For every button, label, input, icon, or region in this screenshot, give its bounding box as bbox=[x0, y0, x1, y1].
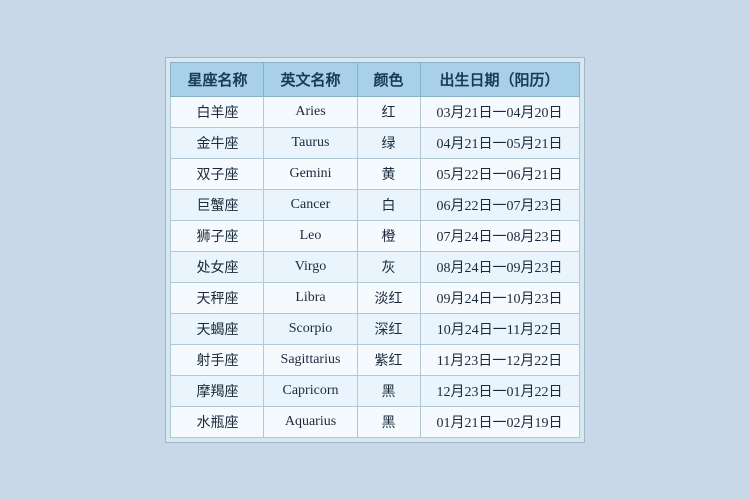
chinese-name: 天蝎座 bbox=[171, 314, 264, 345]
table-row: 摩羯座Capricorn黑12月23日一01月22日 bbox=[171, 376, 579, 407]
english-name: Scorpio bbox=[264, 314, 357, 345]
color-cell: 深红 bbox=[357, 314, 420, 345]
table-row: 射手座Sagittarius紫红11月23日一12月22日 bbox=[171, 345, 579, 376]
col-header-dates: 出生日期（阳历） bbox=[420, 63, 579, 97]
color-cell: 白 bbox=[357, 190, 420, 221]
zodiac-table: 星座名称 英文名称 颜色 出生日期（阳历） 白羊座Aries红03月21日一04… bbox=[170, 62, 579, 438]
dates-cell: 11月23日一12月22日 bbox=[420, 345, 579, 376]
table-row: 金牛座Taurus绿04月21日一05月21日 bbox=[171, 128, 579, 159]
color-cell: 黑 bbox=[357, 376, 420, 407]
col-header-color: 颜色 bbox=[357, 63, 420, 97]
chinese-name: 摩羯座 bbox=[171, 376, 264, 407]
dates-cell: 09月24日一10月23日 bbox=[420, 283, 579, 314]
dates-cell: 07月24日一08月23日 bbox=[420, 221, 579, 252]
english-name: Aries bbox=[264, 97, 357, 128]
english-name: Capricorn bbox=[264, 376, 357, 407]
dates-cell: 08月24日一09月23日 bbox=[420, 252, 579, 283]
dates-cell: 10月24日一11月22日 bbox=[420, 314, 579, 345]
english-name: Gemini bbox=[264, 159, 357, 190]
color-cell: 淡红 bbox=[357, 283, 420, 314]
color-cell: 紫红 bbox=[357, 345, 420, 376]
chinese-name: 处女座 bbox=[171, 252, 264, 283]
table-body: 白羊座Aries红03月21日一04月20日金牛座Taurus绿04月21日一0… bbox=[171, 97, 579, 438]
chinese-name: 金牛座 bbox=[171, 128, 264, 159]
dates-cell: 12月23日一01月22日 bbox=[420, 376, 579, 407]
table-row: 天秤座Libra淡红09月24日一10月23日 bbox=[171, 283, 579, 314]
english-name: Libra bbox=[264, 283, 357, 314]
color-cell: 绿 bbox=[357, 128, 420, 159]
chinese-name: 双子座 bbox=[171, 159, 264, 190]
table-row: 天蝎座Scorpio深红10月24日一11月22日 bbox=[171, 314, 579, 345]
english-name: Leo bbox=[264, 221, 357, 252]
table-row: 处女座Virgo灰08月24日一09月23日 bbox=[171, 252, 579, 283]
chinese-name: 狮子座 bbox=[171, 221, 264, 252]
dates-cell: 04月21日一05月21日 bbox=[420, 128, 579, 159]
table-row: 水瓶座Aquarius黑01月21日一02月19日 bbox=[171, 407, 579, 438]
table-row: 白羊座Aries红03月21日一04月20日 bbox=[171, 97, 579, 128]
english-name: Virgo bbox=[264, 252, 357, 283]
chinese-name: 天秤座 bbox=[171, 283, 264, 314]
dates-cell: 01月21日一02月19日 bbox=[420, 407, 579, 438]
col-header-chinese: 星座名称 bbox=[171, 63, 264, 97]
dates-cell: 06月22日一07月23日 bbox=[420, 190, 579, 221]
chinese-name: 巨蟹座 bbox=[171, 190, 264, 221]
dates-cell: 03月21日一04月20日 bbox=[420, 97, 579, 128]
color-cell: 黄 bbox=[357, 159, 420, 190]
color-cell: 灰 bbox=[357, 252, 420, 283]
table-row: 双子座Gemini黄05月22日一06月21日 bbox=[171, 159, 579, 190]
dates-cell: 05月22日一06月21日 bbox=[420, 159, 579, 190]
zodiac-table-container: 星座名称 英文名称 颜色 出生日期（阳历） 白羊座Aries红03月21日一04… bbox=[165, 57, 584, 443]
english-name: Aquarius bbox=[264, 407, 357, 438]
table-header-row: 星座名称 英文名称 颜色 出生日期（阳历） bbox=[171, 63, 579, 97]
table-row: 巨蟹座Cancer白06月22日一07月23日 bbox=[171, 190, 579, 221]
chinese-name: 白羊座 bbox=[171, 97, 264, 128]
chinese-name: 水瓶座 bbox=[171, 407, 264, 438]
chinese-name: 射手座 bbox=[171, 345, 264, 376]
color-cell: 黑 bbox=[357, 407, 420, 438]
color-cell: 红 bbox=[357, 97, 420, 128]
english-name: Sagittarius bbox=[264, 345, 357, 376]
table-row: 狮子座Leo橙07月24日一08月23日 bbox=[171, 221, 579, 252]
english-name: Cancer bbox=[264, 190, 357, 221]
english-name: Taurus bbox=[264, 128, 357, 159]
color-cell: 橙 bbox=[357, 221, 420, 252]
col-header-english: 英文名称 bbox=[264, 63, 357, 97]
